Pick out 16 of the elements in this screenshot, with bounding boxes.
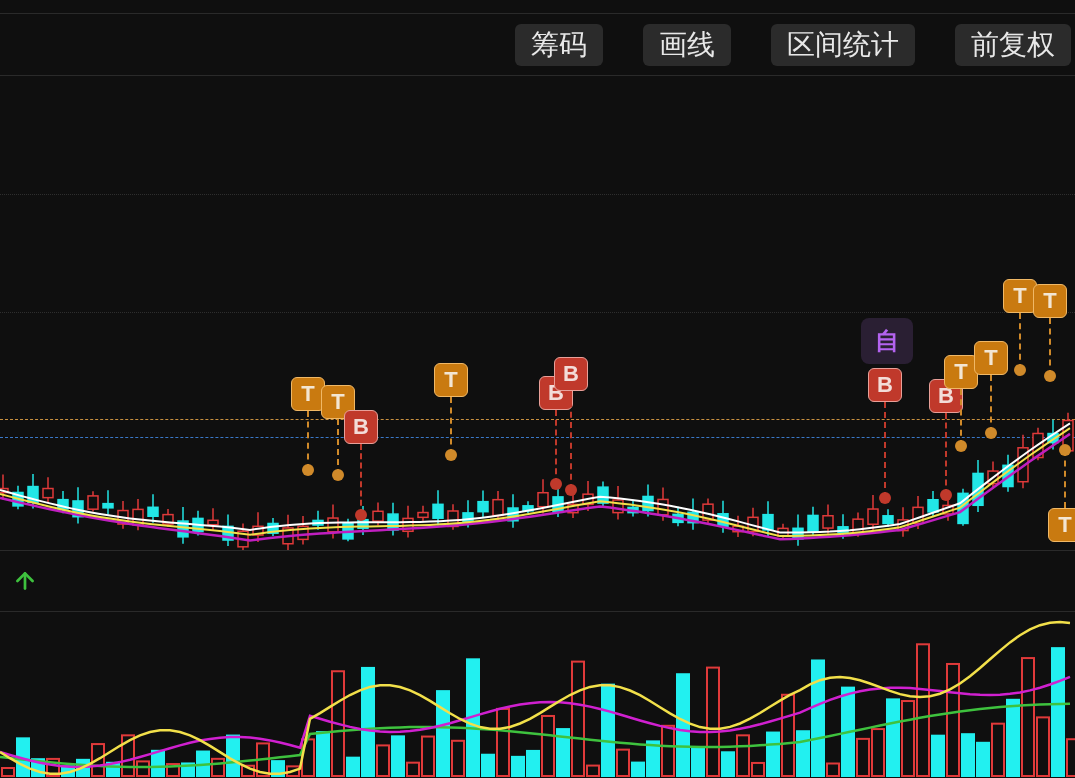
chart-marker[interactable]: T bbox=[291, 377, 325, 411]
chart-marker[interactable]: T bbox=[1048, 508, 1075, 542]
chart-marker[interactable]: B bbox=[868, 368, 902, 402]
chart-marker[interactable]: 自 bbox=[861, 318, 913, 364]
chart-marker[interactable]: T bbox=[434, 363, 468, 397]
toolbar-button[interactable]: 前复权 bbox=[955, 23, 1071, 66]
chart-marker[interactable]: T bbox=[974, 341, 1008, 375]
chart-marker[interactable]: T bbox=[1033, 284, 1067, 318]
toolbar-button[interactable]: 区间统计 bbox=[771, 23, 915, 66]
chart-marker[interactable]: T bbox=[321, 385, 355, 419]
chart-marker[interactable]: T bbox=[1003, 279, 1037, 313]
toolbar-button[interactable]: 画线 bbox=[643, 23, 731, 66]
toolbar-button[interactable]: 筹码 bbox=[515, 23, 603, 66]
chart-marker[interactable]: B bbox=[554, 357, 588, 391]
chart-marker[interactable]: T bbox=[944, 355, 978, 389]
chart-marker[interactable]: B bbox=[344, 410, 378, 444]
